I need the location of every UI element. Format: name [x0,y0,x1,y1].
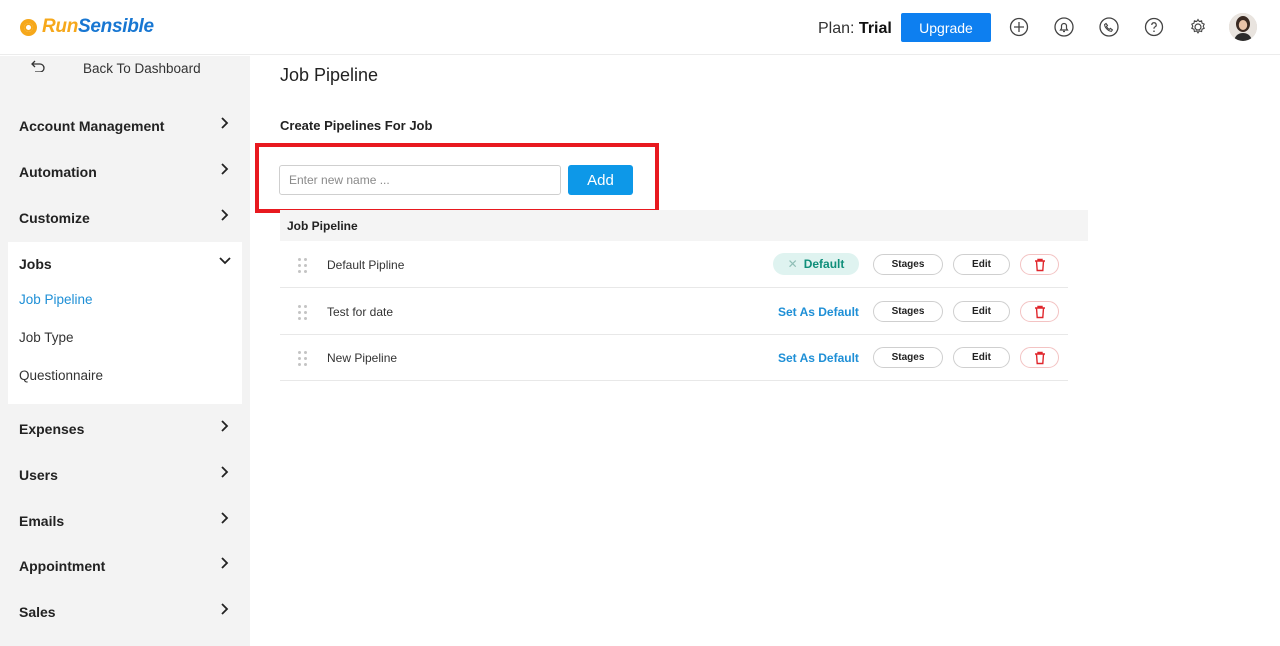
logo[interactable]: RunSensible [20,16,154,38]
back-arrow-icon [31,59,45,77]
logo-run-text: Run [42,16,79,37]
sidebar-item-users[interactable]: Users [8,453,242,497]
gear-icon[interactable] [1187,16,1209,38]
sidebar-item-label: Customize [19,210,90,226]
set-as-default-link[interactable]: Set As Default [778,305,859,319]
sidebar-item-automation[interactable]: Automation [8,150,242,194]
logo-sensible-text: Sensible [78,16,154,37]
sidebar-item-label: Users [19,467,58,483]
sidebar-item-customize[interactable]: Customize [8,196,242,240]
table-row: Default Pipline ✕ Default Stages Edit [280,242,1068,288]
back-to-dashboard-link[interactable]: Back To Dashboard [0,56,250,82]
chevron-right-icon [221,557,229,569]
sidebar-item-sales[interactable]: Sales [8,590,242,634]
top-header: RunSensible Plan: Trial Upgrade [0,0,1280,55]
phone-icon[interactable] [1098,16,1120,38]
chevron-right-icon [221,420,229,432]
sidebar-item-label: Expenses [19,421,85,437]
highlight-box [255,143,659,213]
drag-handle-icon[interactable] [298,258,308,274]
sidebar-item-jobs[interactable]: Jobs [8,242,242,286]
chevron-right-icon [221,466,229,478]
page-title: Job Pipeline [280,65,379,85]
sidebar-item-label: Account Management [19,118,165,134]
add-circle-icon[interactable] [1008,16,1030,38]
back-to-dashboard-label: Back To Dashboard [83,61,201,76]
set-as-default-link[interactable]: Set As Default [778,351,859,365]
stages-button[interactable]: Stages [873,301,943,322]
sidebar-item-label: Automation [19,164,97,180]
close-icon: ✕ [787,257,798,271]
help-icon[interactable] [1143,16,1165,38]
pipeline-table-header: Job Pipeline [280,210,1088,241]
sidebar-item-label: Emails [19,513,65,529]
chevron-right-icon [221,117,229,129]
pipeline-name: New Pipeline [327,351,398,365]
sidebar-item-label: Appointment [19,558,106,574]
edit-button[interactable]: Edit [953,301,1010,322]
stages-button[interactable]: Stages [873,347,943,368]
table-header-label: Job Pipeline [287,219,358,233]
delete-button[interactable] [1020,254,1059,275]
chevron-right-icon [221,512,229,524]
sidebar-subitem-job-type[interactable]: Job Type [19,330,74,345]
sidebar-subitem-questionnaire[interactable]: Questionnaire [19,368,103,383]
pipeline-name: Test for date [327,305,394,319]
default-badge: ✕ Default [773,253,859,275]
chevron-right-icon [221,209,229,221]
table-row: New Pipeline Set As Default Stages Edit [280,335,1068,381]
drag-handle-icon[interactable] [298,305,308,321]
sidebar: Back To Dashboard Account Management Aut… [0,56,250,646]
sidebar-item-emails[interactable]: Emails [8,499,242,543]
edit-button[interactable]: Edit [953,254,1010,275]
edit-button[interactable]: Edit [953,347,1010,368]
bell-icon[interactable] [1053,16,1075,38]
sidebar-item-account-management[interactable]: Account Management [8,104,242,148]
logo-mark-icon [20,18,37,36]
pipeline-name: Default Pipline [327,258,405,272]
sidebar-item-label: Jobs [19,256,52,272]
chevron-down-icon [219,257,231,265]
plan-indicator: Plan: Trial [818,20,892,38]
trash-icon [1034,351,1045,364]
sidebar-subitem-job-pipeline[interactable]: Job Pipeline [19,292,93,307]
jobs-group: Jobs Job Pipeline Job Type Questionnaire [8,242,242,404]
drag-handle-icon[interactable] [298,351,308,367]
upgrade-button[interactable]: Upgrade [901,13,991,42]
trash-icon [1034,258,1045,271]
avatar[interactable] [1229,13,1257,41]
sidebar-item-expenses[interactable]: Expenses [8,407,242,451]
sidebar-item-appointment[interactable]: Appointment [8,544,242,588]
chevron-right-icon [221,603,229,615]
trash-icon [1034,305,1045,318]
delete-button[interactable] [1020,301,1059,322]
chevron-right-icon [221,163,229,175]
default-badge-label: Default [803,257,845,271]
create-pipelines-label: Create Pipelines For Job [280,118,433,133]
delete-button[interactable] [1020,347,1059,368]
sidebar-item-label: Sales [19,604,56,620]
table-row: Test for date Set As Default Stages Edit [280,289,1068,335]
plan-value: Trial [858,20,892,37]
plan-label: Plan: [818,20,855,37]
stages-button[interactable]: Stages [873,254,943,275]
